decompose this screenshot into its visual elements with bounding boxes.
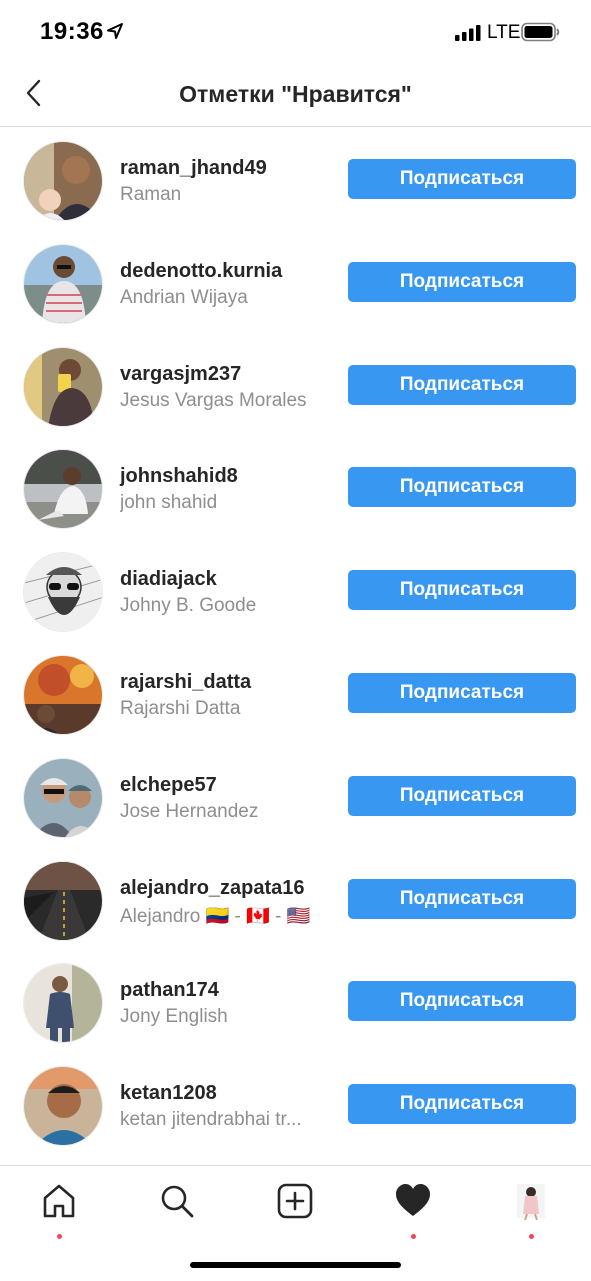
tab-new-post[interactable] (265, 1180, 325, 1240)
home-icon (43, 1184, 75, 1218)
list-item: diadiajack Johny B. Goode Подписаться (0, 538, 591, 641)
follow-button[interactable]: Подписаться (348, 364, 576, 405)
username[interactable]: dedenotto.kurnia (120, 260, 282, 283)
username[interactable]: elchepe57 (120, 774, 217, 797)
avatar[interactable] (23, 860, 103, 941)
full-name: Jony English (120, 1006, 228, 1028)
notification-dot (529, 1234, 534, 1239)
add-post-icon (277, 1183, 313, 1219)
avatar[interactable] (23, 243, 103, 324)
full-name: Alejandro 🇨🇴 - 🇨🇦 - 🇺🇸 (120, 905, 311, 927)
profile-avatar (517, 1184, 545, 1220)
username[interactable]: ketan1208 (120, 1082, 217, 1105)
full-name: Andrian Wijaya (120, 286, 248, 308)
avatar[interactable] (23, 552, 103, 633)
follow-button[interactable]: Подписаться (348, 672, 576, 713)
username[interactable]: diadiajack (120, 568, 217, 591)
full-name: Johny B. Goode (120, 595, 257, 617)
full-name: ketan jitendrabhai tr... (120, 1109, 302, 1131)
search-icon (161, 1185, 194, 1218)
full-name: Jesus Vargas Morales (120, 389, 307, 411)
avatar[interactable] (23, 141, 103, 221)
list-item: johnshahid8 john shahid Подписаться (0, 435, 591, 538)
notification-dot (411, 1234, 416, 1239)
username[interactable]: vargasjm237 (120, 363, 241, 386)
page-title: Отметки "Нравится" (179, 81, 412, 107)
follow-button[interactable]: Подписаться (348, 775, 576, 816)
avatar[interactable] (23, 449, 103, 530)
list-item: dedenotto.kurnia Andrian Wijaya Подписат… (0, 230, 591, 333)
avatar[interactable] (23, 757, 103, 838)
username[interactable]: raman_jhand49 (120, 157, 267, 180)
location-arrow-icon (107, 23, 123, 39)
avatar[interactable] (23, 346, 103, 427)
full-name: john shahid (120, 492, 218, 514)
username[interactable]: pathan174 (120, 979, 219, 1002)
follow-button[interactable]: Подписаться (348, 261, 576, 302)
follow-button[interactable]: Подписаться (348, 981, 576, 1022)
tab-activity[interactable] (383, 1180, 443, 1240)
follow-button[interactable]: Подписаться (348, 1084, 576, 1125)
status-bar: 19:36 LTE (0, 0, 591, 64)
tab-profile[interactable] (501, 1180, 561, 1240)
list-item: elchepe57 Jose Hernandez Подписаться (0, 744, 591, 847)
network-type-label: LTE (487, 22, 521, 43)
follow-button[interactable]: Подписаться (348, 878, 576, 919)
navigation-header: Отметки "Нравится" (0, 64, 591, 127)
tab-home[interactable] (29, 1180, 89, 1240)
notification-dot (57, 1234, 62, 1239)
list-item: vargasjm237 Jesus Vargas Morales Подписа… (0, 333, 591, 436)
username[interactable]: alejandro_zapata16 (120, 877, 305, 900)
list-item: ketan1208 ketan jitendrabhai tr... Подпи… (0, 1052, 591, 1155)
follow-button[interactable]: Подписаться (348, 159, 576, 199)
tab-search[interactable] (147, 1180, 207, 1240)
avatar[interactable] (23, 654, 103, 735)
home-indicator (190, 1262, 401, 1268)
cellular-signal-icon (455, 25, 481, 41)
avatar[interactable] (23, 963, 103, 1044)
status-time: 19:36 (40, 18, 104, 45)
follow-button[interactable]: Подписаться (348, 570, 576, 611)
follow-button[interactable]: Подписаться (348, 467, 576, 508)
list-item: pathan174 Jony English Подписаться (0, 949, 591, 1052)
list-item: rajarshi_datta Rajarshi Datta Подписатьс… (0, 641, 591, 744)
list-item: raman_jhand49 Raman Подписаться (0, 127, 591, 230)
full-name: Raman (120, 184, 182, 205)
username[interactable]: johnshahid8 (120, 465, 238, 488)
heart-icon (396, 1184, 430, 1216)
full-name: Jose Hernandez (120, 800, 259, 822)
battery-icon (521, 22, 560, 42)
username[interactable]: rajarshi_datta (120, 671, 251, 694)
avatar[interactable] (23, 1066, 103, 1147)
full-name: Rajarshi Datta (120, 697, 241, 719)
list-item: alejandro_zapata16 Alejandro 🇨🇴 - 🇨🇦 - 🇺… (0, 847, 591, 950)
likes-list: raman_jhand49 Raman Подписаться dedenott… (0, 127, 591, 1155)
